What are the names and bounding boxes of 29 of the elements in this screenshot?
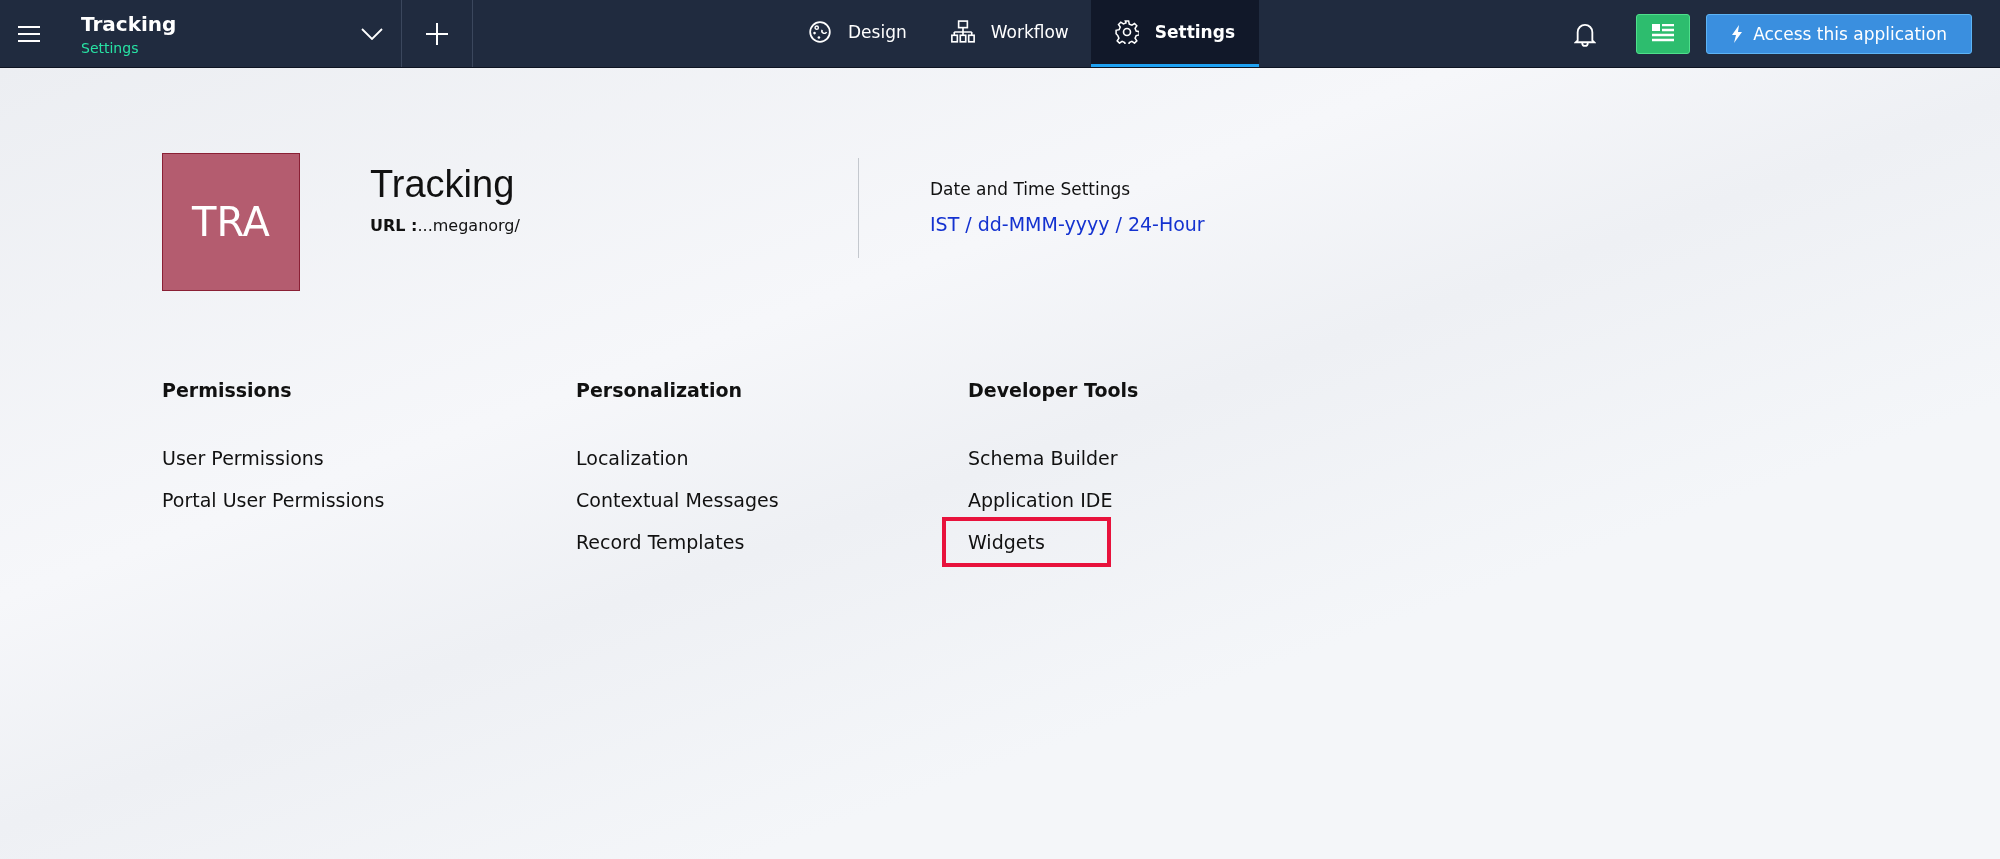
nav-tab[interactable]: Workflow bbox=[928, 0, 1091, 67]
hierarchy-icon bbox=[950, 20, 975, 44]
section-heading: Permissions bbox=[162, 379, 293, 401]
chevron-down-icon[interactable] bbox=[361, 27, 383, 40]
menu-icon[interactable] bbox=[17, 24, 41, 43]
settings-link[interactable]: Localization bbox=[576, 445, 689, 487]
settings-link[interactable]: Record Templates bbox=[576, 529, 745, 571]
datetime-link[interactable]: IST / dd-MMM-yyyy / 24-Hour bbox=[930, 213, 1205, 235]
settings-link[interactable]: Application IDE bbox=[968, 487, 1113, 529]
settings-link[interactable]: User Permissions bbox=[162, 445, 324, 487]
app-title: Tracking bbox=[370, 163, 516, 206]
plus-icon[interactable] bbox=[426, 22, 448, 45]
section-heading: Personalization bbox=[576, 379, 743, 401]
section-heading: Developer Tools bbox=[968, 379, 1139, 401]
layout-icon bbox=[1652, 23, 1675, 44]
app-url: URL :...meganorg/ bbox=[370, 216, 521, 235]
datetime-label: Date and Time Settings bbox=[930, 179, 1132, 199]
settings-link[interactable]: Schema Builder bbox=[968, 445, 1118, 487]
settings-icon bbox=[1114, 20, 1139, 44]
nav-tab[interactable]: Settings bbox=[1090, 0, 1259, 67]
lightning-icon bbox=[1731, 24, 1744, 43]
layout-button[interactable] bbox=[1636, 13, 1691, 54]
app-name: Tracking bbox=[81, 11, 178, 36]
palette-icon bbox=[808, 20, 832, 44]
nav-tab[interactable]: Design bbox=[786, 0, 929, 67]
settings-link[interactable]: Contextual Messages bbox=[576, 487, 779, 529]
app-logo: TRA bbox=[162, 153, 300, 291]
settings-link[interactable]: Portal User Permissions bbox=[162, 487, 385, 529]
app-subtitle: Settings bbox=[81, 39, 140, 56]
